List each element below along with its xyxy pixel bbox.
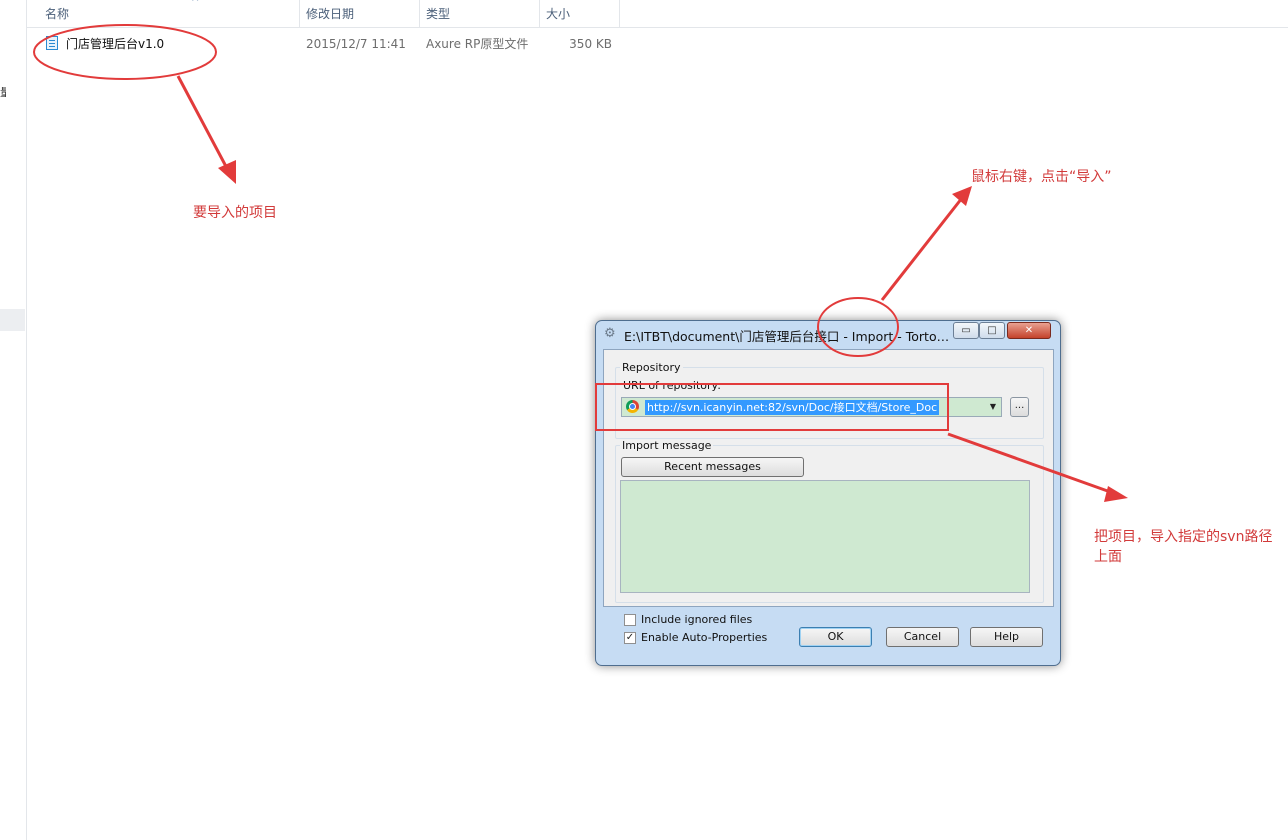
sort-ascending-icon: ^: [191, 0, 200, 8]
navigation-pane: 量: [0, 0, 27, 840]
repository-group-label: Repository: [620, 361, 683, 374]
file-list-header: 名称 ^ 修改日期 类型 大小: [27, 0, 1288, 28]
close-button[interactable]: ✕: [1007, 322, 1051, 339]
annotation-project-label: 要导入的项目: [193, 205, 277, 221]
cancel-button[interactable]: Cancel: [886, 627, 959, 647]
auto-properties-checkbox[interactable]: ✓: [624, 632, 636, 644]
arrow-to-project-label: [176, 75, 232, 175]
repository-url-value[interactable]: http://svn.icanyin.net:82/svn/Doc/接口文档/S…: [645, 400, 940, 415]
recent-messages-button[interactable]: Recent messages: [621, 457, 804, 477]
ok-button[interactable]: OK: [799, 627, 872, 647]
file-size: 350 KB: [569, 37, 612, 51]
file-row[interactable]: 门店管理后台v1.0 2015/12/7 11:41 Axure RP原型文件 …: [34, 32, 624, 56]
file-name: 门店管理后台v1.0: [66, 37, 165, 51]
dialog-title: E:\ITBT\document\门店管理后台接口 - Import - Tor…: [624, 329, 950, 344]
column-header-modified[interactable]: 修改日期: [300, 0, 419, 27]
axure-file-icon: [46, 36, 58, 50]
arrowhead-project: [218, 160, 236, 184]
arrowhead-import-path: [1104, 486, 1128, 502]
minimize-button[interactable]: ▭: [953, 322, 979, 339]
column-divider[interactable]: [619, 0, 620, 27]
include-ignored-label[interactable]: Include ignored files: [641, 613, 752, 626]
import-dialog: ⚙ E:\ITBT\document\门店管理后台接口 - Import - T…: [595, 320, 1061, 666]
browse-repository-button[interactable]: ...: [1010, 397, 1029, 417]
include-ignored-checkbox[interactable]: [624, 614, 636, 626]
file-modified-date: 2015/12/7 11:41: [306, 37, 406, 51]
repository-url-combobox[interactable]: http://svn.icanyin.net:82/svn/Doc/接口文档/S…: [621, 397, 1002, 417]
url-label: URL of repository:: [623, 379, 721, 392]
arrow-to-right-click-label: [880, 197, 964, 301]
column-header-name[interactable]: 名称: [39, 0, 299, 27]
arrowhead-right-click: [952, 186, 972, 206]
import-message-label: Import message: [620, 439, 714, 452]
annotation-right-click-label: 鼠标右键，点击“导入”: [971, 169, 1112, 185]
auto-properties-label[interactable]: Enable Auto-Properties: [641, 631, 767, 644]
tortoisesvn-icon: ⚙: [604, 326, 616, 341]
annotation-import-path-label: 把项目，导入指定的svn路径上面: [1094, 529, 1273, 565]
column-header-type[interactable]: 类型: [420, 0, 539, 27]
column-header-size[interactable]: 大小: [540, 0, 619, 27]
nav-item-fragment[interactable]: 量: [0, 84, 6, 100]
dialog-client-area: Repository URL of repository: http://svn…: [603, 349, 1054, 607]
dialog-titlebar[interactable]: ⚙ E:\ITBT\document\门店管理后台接口 - Import - T…: [596, 321, 1060, 347]
import-message-textarea[interactable]: [620, 480, 1030, 593]
help-button[interactable]: Help: [970, 627, 1043, 647]
nav-selected-item[interactable]: [0, 309, 25, 331]
chrome-icon: [626, 400, 639, 413]
file-type: Axure RP原型文件: [426, 37, 529, 51]
maximize-button[interactable]: □: [979, 322, 1005, 339]
chevron-down-icon[interactable]: ▼: [985, 398, 1001, 416]
